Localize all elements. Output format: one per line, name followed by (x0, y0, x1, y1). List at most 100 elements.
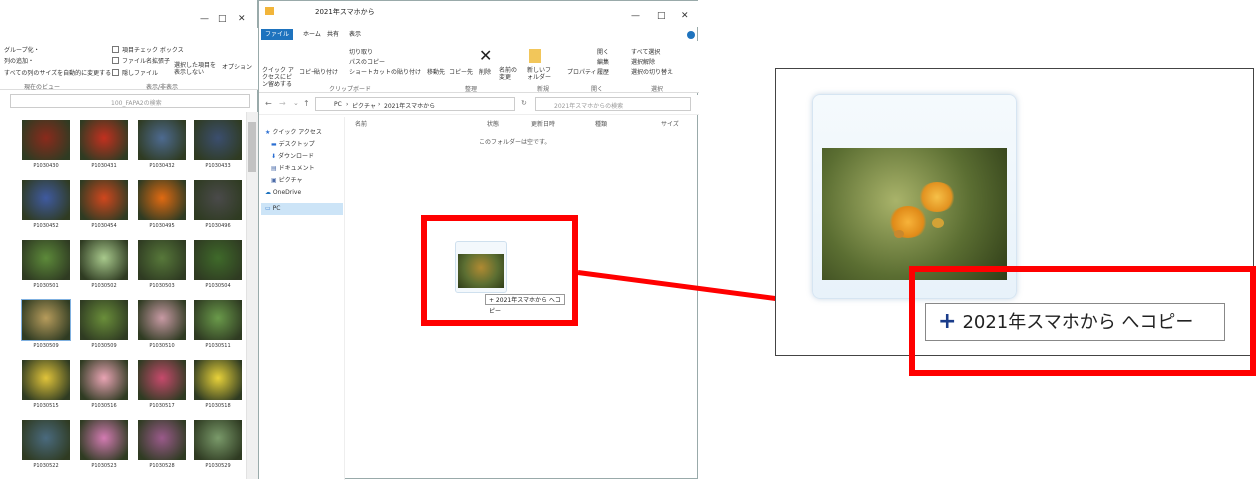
empty-folder-message: このフォルダーは空です。 (479, 139, 551, 146)
forward-icon[interactable]: → (279, 99, 286, 108)
photo-thumbnail[interactable] (138, 180, 186, 220)
minimize-button[interactable]: — (200, 14, 209, 24)
select-none-button[interactable]: 選択解除 (631, 57, 655, 66)
pin-quick-access-button[interactable]: クイック アクセスにピン留めする (262, 67, 296, 88)
nav-pc[interactable]: ▭ PC (265, 205, 280, 212)
up-icon[interactable]: ↑ (303, 99, 310, 108)
paste-button[interactable]: 貼り付け (314, 67, 338, 76)
photo-thumbnail[interactable] (80, 240, 128, 280)
tab-home[interactable]: ホーム (299, 29, 325, 40)
copy-to-button[interactable]: コピー先 (449, 67, 473, 76)
photo-thumbnail[interactable] (22, 420, 70, 460)
size-columns-button[interactable]: すべての列のサイズを自動的に変更する (4, 68, 111, 77)
group-label-new: 新規 (537, 86, 550, 93)
download-icon: ⬇ (271, 153, 277, 160)
nav-documents[interactable]: ▤ ドキュメント (271, 163, 315, 172)
photo-label: P1030517 (149, 403, 175, 409)
refresh-icon[interactable]: ↻ (521, 99, 527, 107)
hide-selected-button[interactable]: 選択した項目を表示しない (174, 62, 216, 76)
move-to-button[interactable]: 移動先 (427, 67, 445, 76)
breadcrumb-current[interactable]: 2021年スマホから (384, 101, 435, 110)
column-header-name[interactable]: 名前 (355, 119, 367, 128)
delete-button[interactable]: 削除 (479, 67, 491, 76)
photo-label: P1030522 (33, 463, 59, 469)
highlight-box (421, 215, 578, 326)
new-folder-button[interactable]: 新しいフォルダー (527, 67, 551, 81)
back-icon[interactable]: ← (265, 99, 272, 108)
photo-thumbnail[interactable] (194, 240, 242, 280)
rename-button[interactable]: 名前の変更 (499, 67, 519, 81)
nav-desktop[interactable]: ▬ デスクトップ (271, 139, 315, 148)
close-button[interactable]: ✕ (238, 14, 246, 24)
open-button[interactable]: 開く (597, 47, 609, 56)
tab-view[interactable]: 表示 (345, 29, 365, 40)
photo-thumbnail[interactable] (80, 420, 128, 460)
copy-path-button[interactable]: パスのコピー (349, 57, 385, 66)
history-button[interactable]: 履歴 (597, 67, 609, 76)
chevron-down-icon[interactable]: ⌄ (293, 99, 299, 107)
photo-thumbnail[interactable] (194, 180, 242, 220)
options-button[interactable]: オプション (222, 62, 252, 71)
column-header-modified[interactable]: 更新日時 (531, 119, 555, 128)
photo-thumbnail[interactable] (194, 120, 242, 160)
flower-bud (932, 218, 944, 228)
photo-thumbnail[interactable] (21, 299, 71, 341)
nav-label: ダウンロード (277, 153, 314, 160)
group-by-button[interactable]: グループ化・ (4, 45, 40, 54)
photo-thumbnail[interactable] (138, 120, 186, 160)
item-checkbox-label: 項目チェック ボックス (122, 47, 184, 54)
photo-thumbnail[interactable] (80, 360, 128, 400)
maximize-button[interactable]: □ (657, 11, 666, 21)
close-button[interactable]: ✕ (681, 11, 689, 21)
photo-thumbnail[interactable] (138, 240, 186, 280)
breadcrumb[interactable]: PC › ピクチャ › 2021年スマホから (315, 97, 515, 111)
properties-button[interactable]: プロパティ (567, 67, 597, 76)
photo-thumbnail[interactable] (22, 120, 70, 160)
photo-thumbnail[interactable] (194, 360, 242, 400)
tab-file[interactable]: ファイル (261, 29, 294, 40)
invert-selection-button[interactable]: 選択の切り替え (631, 67, 673, 76)
item-checkbox-toggle[interactable] (112, 46, 119, 53)
photo-thumbnail[interactable] (80, 120, 128, 160)
search-box[interactable]: 2021年スマホからの検索 (535, 97, 691, 111)
column-header-size[interactable]: サイズ (661, 119, 679, 128)
cut-button[interactable]: 切り取り (349, 47, 373, 56)
document-icon: ▤ (271, 165, 277, 172)
photo-thumbnail[interactable] (22, 240, 70, 280)
paste-shortcut-button[interactable]: ショートカットの貼り付け (349, 67, 421, 76)
breadcrumb-pc[interactable]: PC (334, 101, 342, 108)
photo-thumbnail[interactable] (80, 300, 128, 340)
column-header-type[interactable]: 種類 (595, 119, 607, 128)
breadcrumb-pictures[interactable]: ピクチャ (352, 101, 376, 110)
minimize-button[interactable]: — (631, 11, 640, 21)
photo-thumbnail[interactable] (22, 180, 70, 220)
delete-icon: ✕ (479, 46, 493, 65)
photo-thumbnail[interactable] (138, 420, 186, 460)
photo-thumbnail[interactable] (194, 300, 242, 340)
scrollbar-thumb[interactable] (248, 122, 256, 172)
maximize-button[interactable]: □ (218, 14, 227, 24)
nav-onedrive[interactable]: ☁ OneDrive (265, 189, 301, 196)
photo-thumbnail[interactable] (80, 180, 128, 220)
nav-downloads[interactable]: ⬇ ダウンロード (271, 151, 314, 160)
column-header-status[interactable]: 状態 (487, 119, 499, 128)
photo-thumbnail[interactable] (194, 420, 242, 460)
photo-thumbnail[interactable] (138, 360, 186, 400)
hidden-files-checkbox[interactable] (112, 69, 119, 76)
window-title: 2021年スマホから (315, 8, 375, 16)
extension-checkbox[interactable] (112, 57, 119, 64)
add-columns-button[interactable]: 列の追加・ (4, 56, 34, 65)
desktop-icon: ▬ (271, 141, 277, 148)
edit-button[interactable]: 編集 (597, 57, 609, 66)
search-placeholder: 2021年スマホからの検索 (554, 103, 624, 110)
nav-pictures[interactable]: ▣ ピクチャ (271, 175, 303, 184)
photo-thumbnail[interactable] (138, 300, 186, 340)
photo-grid: P1030430 P1030431 P1030432 P1030433 P1030452… (0, 112, 258, 479)
hidden-files-label: 隠しファイル (122, 70, 159, 77)
photo-thumbnail[interactable] (22, 360, 70, 400)
search-box[interactable]: 100_FAPA2の検索 (10, 94, 250, 108)
help-icon[interactable] (687, 31, 695, 39)
select-all-button[interactable]: すべて選択 (631, 47, 660, 56)
nav-quick-access[interactable]: ★ クイック アクセス (265, 127, 322, 136)
tab-share[interactable]: 共有 (323, 29, 343, 40)
